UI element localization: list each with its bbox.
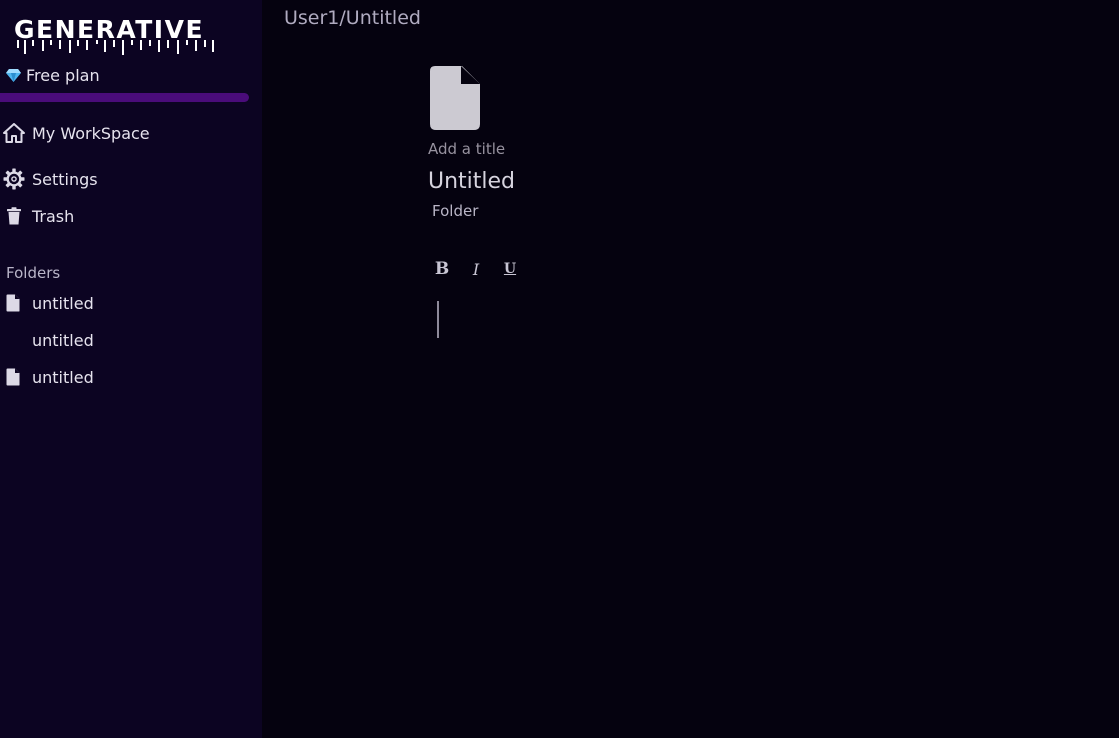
folder-item-label: untitled xyxy=(32,293,94,313)
nav-item-label: Settings xyxy=(32,169,98,189)
breadcrumb: User1/Untitled xyxy=(284,7,421,29)
logo-drips-graphic xyxy=(17,40,214,55)
document-editor[interactable] xyxy=(430,296,1050,344)
sidebar: GENERATIVE Free plan My WorkSpace Settin… xyxy=(0,0,262,738)
plan-label: Free plan xyxy=(26,66,100,85)
trash-icon xyxy=(2,204,26,228)
gear-icon xyxy=(2,167,26,191)
document-icon[interactable] xyxy=(430,66,480,134)
document-title[interactable]: Untitled xyxy=(428,169,515,194)
nav-item-settings[interactable]: Settings xyxy=(2,167,98,191)
folder-item[interactable]: untitled xyxy=(6,293,94,313)
folder-item[interactable]: untitled xyxy=(6,330,94,350)
diamond-icon xyxy=(6,69,21,82)
folder-item-label: untitled xyxy=(32,367,94,387)
plan-indicator[interactable]: Free plan xyxy=(6,66,100,85)
add-title-link[interactable]: Add a title xyxy=(428,140,505,158)
nav-item-label: My WorkSpace xyxy=(32,123,150,143)
nav-item-workspace[interactable]: My WorkSpace xyxy=(2,121,150,145)
folders-heading: Folders xyxy=(6,264,61,282)
logo[interactable]: GENERATIVE xyxy=(14,15,214,55)
file-icon xyxy=(6,293,22,313)
italic-button[interactable]: I xyxy=(462,256,490,282)
app-root: GENERATIVE Free plan My WorkSpace Settin… xyxy=(0,0,1119,738)
text-caret xyxy=(437,301,439,338)
file-icon xyxy=(6,367,22,387)
folder-item[interactable]: untitled xyxy=(6,367,94,387)
plan-usage-fill xyxy=(0,93,249,102)
bold-button[interactable]: B xyxy=(428,256,456,282)
document-folder[interactable]: Folder xyxy=(432,202,478,220)
nav-item-label: Trash xyxy=(32,206,75,226)
home-icon xyxy=(2,121,26,145)
folder-item-label: untitled xyxy=(32,330,94,350)
underline-button[interactable]: U xyxy=(496,256,524,282)
plan-usage-bar xyxy=(0,93,249,102)
nav-item-trash[interactable]: Trash xyxy=(2,204,74,228)
format-toolbar: B I U xyxy=(428,256,530,282)
